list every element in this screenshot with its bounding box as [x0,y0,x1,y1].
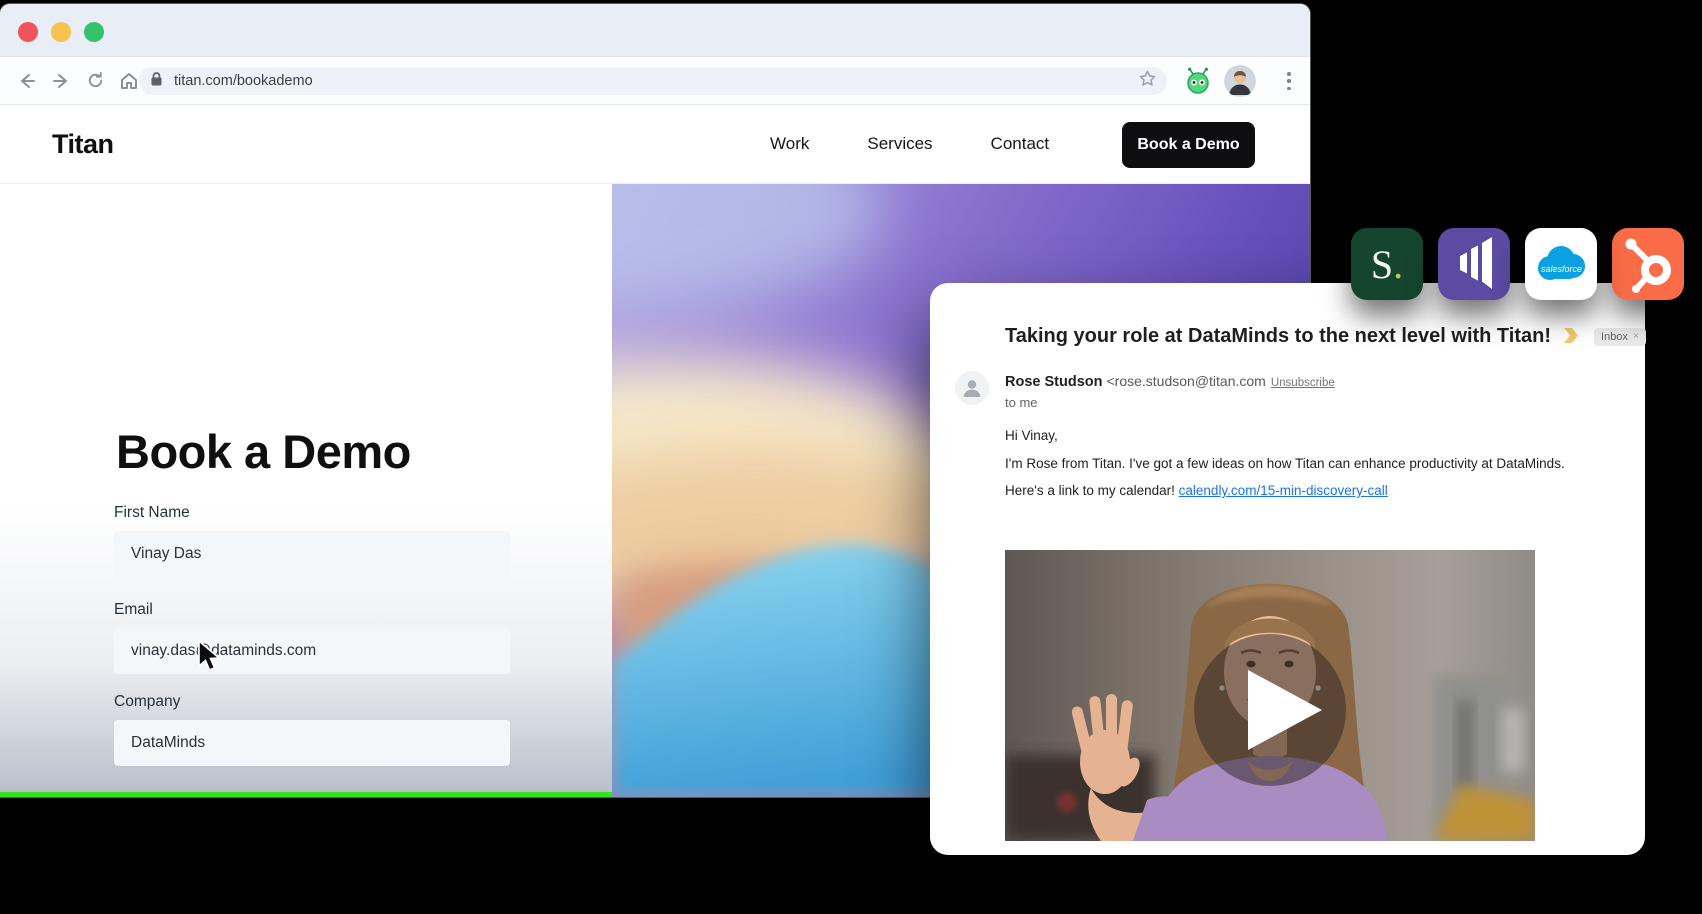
profile-avatar[interactable] [1224,65,1256,97]
site-logo[interactable]: Titan [52,129,114,160]
browser-toolbar: titan.com/bookademo [0,57,1310,105]
unsubscribe-link[interactable]: Unsubscribe [1271,377,1335,389]
url-bar[interactable]: titan.com/bookademo [139,67,1167,95]
company-input[interactable] [114,720,510,766]
minimize-window-button[interactable] [51,22,71,42]
email-greeting: Hi Vinay, [1005,428,1058,443]
maximize-window-button[interactable] [84,22,104,42]
email-paragraph: I'm Rose from Titan. I've got a few idea… [1005,456,1565,471]
url-text[interactable]: titan.com/bookademo [174,73,1138,89]
site-nav: Work Services Contact [770,134,1049,154]
email-calendar-line: Here's a link to my calendar! calendly.c… [1005,483,1388,498]
recipient-line[interactable]: to me [1005,395,1038,410]
s-dot-app-icon[interactable]: S. [1351,228,1423,300]
first-name-label: First Name [114,504,190,522]
sender-address: <rose.studson@titan.com [1106,373,1265,389]
svg-text:salesforce: salesforce [1541,264,1582,274]
nav-link-work[interactable]: Work [770,134,809,154]
salesforce-app-icon[interactable]: salesforce [1525,228,1597,300]
remove-label-icon[interactable]: × [1633,331,1639,342]
company-label: Company [114,693,180,711]
integration-icons: S. salesforce [1351,228,1684,300]
page-title: Book a Demo [116,424,411,479]
marketo-app-icon[interactable] [1438,228,1510,300]
nav-link-contact[interactable]: Contact [991,134,1050,154]
lock-icon [149,71,164,92]
browser-menu-icon[interactable] [1283,69,1295,93]
email-card: Taking your role at DataMinds to the nex… [930,283,1645,855]
important-marker-icon[interactable] [1563,328,1582,348]
extension-alien-icon[interactable] [1184,67,1212,95]
booking-form-panel: Book a Demo First Name Email Company Boo… [0,184,612,797]
sender-avatar[interactable] [955,371,989,405]
email-label: Email [114,601,153,619]
sender-name: Rose Studson [1005,374,1102,390]
browser-titlebar [0,4,1310,57]
sender-line: Rose Studson<rose.studson@titan.com Unsub… [1005,373,1335,390]
reload-icon[interactable] [80,66,110,96]
mouse-cursor [196,640,226,679]
header-book-demo-button[interactable]: Book a Demo [1122,122,1255,168]
email-input[interactable] [114,628,510,674]
inbox-label-badge[interactable]: Inbox × [1594,328,1646,346]
hubspot-app-icon[interactable] [1612,228,1684,300]
close-window-button[interactable] [18,22,38,42]
green-progress-line [0,792,612,797]
nav-link-services[interactable]: Services [867,134,932,154]
forward-icon[interactable] [46,66,76,96]
bookmark-star-icon[interactable] [1138,69,1157,93]
site-header: Titan Work Services Contact Book a Demo [0,105,1310,184]
back-icon[interactable] [12,66,42,96]
video-thumbnail[interactable] [1005,550,1535,841]
email-subject: Taking your role at DataMinds to the nex… [1005,325,1551,348]
first-name-input[interactable] [114,531,510,577]
calendly-link[interactable]: calendly.com/15-min-discovery-call [1179,483,1388,498]
